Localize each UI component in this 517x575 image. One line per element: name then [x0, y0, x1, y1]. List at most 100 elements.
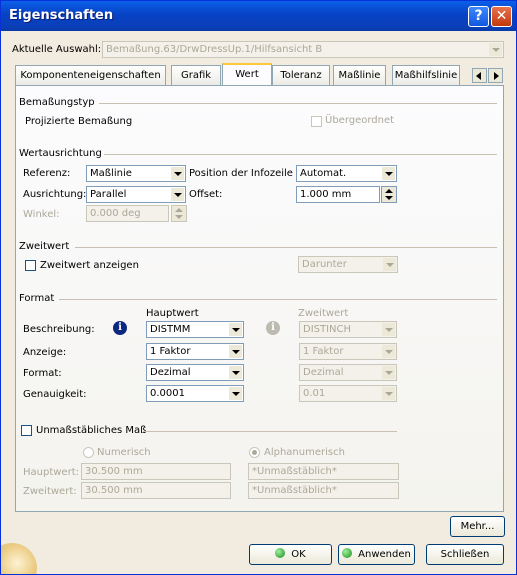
window-title: Eigenschaften [9, 8, 114, 23]
zweitwert-header: Zweitwert [298, 308, 349, 319]
divider [75, 247, 497, 248]
tab-grafik[interactable]: Grafik [171, 65, 221, 85]
hauptwert-label: Hauptwert: [23, 467, 79, 478]
divider [104, 154, 497, 155]
zweitwert-alpha-input: *Unmaßstäblich* [248, 482, 399, 499]
anzeige-haupt-value: 1 Faktor [150, 346, 191, 357]
winkel-spinner [171, 205, 187, 222]
zweitwert-anzeigen-checkbox[interactable] [25, 260, 36, 271]
chevron-down-icon[interactable] [229, 387, 242, 400]
ausrichtung-label: Ausrichtung: [23, 189, 87, 200]
hauptwert-alpha-value: *Unmaßstäblich* [252, 466, 337, 477]
chevron-down-icon[interactable] [171, 188, 184, 201]
apply-icon [342, 548, 353, 558]
beschreibung-zweit-value: DISTINCH [303, 324, 352, 335]
chevron-down-icon[interactable] [229, 345, 242, 358]
arrow-down-icon [175, 215, 183, 219]
anzeige-label: Anzeige: [23, 347, 67, 358]
section-title-wertausrichtung: Wertausrichtung [19, 148, 102, 159]
tab-komponenteneigenschaften[interactable]: Komponenteneigenschaften [15, 65, 166, 85]
uebergeordnet-checkbox [311, 116, 322, 127]
hauptwert-num-value: 30.500 mm [85, 466, 143, 477]
section-title-format: Format [19, 293, 55, 304]
zweitwert-num-value: 30.500 mm [85, 485, 143, 496]
arrow-down-icon[interactable] [385, 196, 393, 200]
chevron-down-icon[interactable] [229, 323, 242, 336]
properties-dialog: Eigenschaften ? ✕ Aktuelle Auswahl: Bema… [0, 0, 517, 575]
offset-input[interactable]: 1.000 mm [296, 186, 380, 203]
genauigkeit-haupt-select[interactable]: 0.0001 [146, 385, 244, 402]
current-selection-value: Bemaßung.63/DrwDressUp.1/Hilfsansicht B [106, 44, 323, 55]
tab-wert[interactable]: Wert [222, 63, 272, 85]
chevron-down-icon [382, 323, 395, 336]
winkel-input: 0.000 deg [86, 205, 169, 222]
chevron-down-icon [382, 345, 395, 358]
hauptwert-header: Hauptwert [146, 308, 199, 319]
schliessen-button[interactable]: Schließen [426, 544, 504, 565]
genauigkeit-haupt-value: 0.0001 [150, 388, 185, 399]
format-haupt-value: Dezimal [150, 367, 191, 378]
chevron-down-icon [489, 43, 502, 56]
format-zweit-select: Dezimal [299, 364, 397, 381]
tab-scroll-left-button[interactable] [472, 68, 487, 83]
offset-spinner[interactable] [381, 186, 397, 203]
offset-label: Offset: [189, 189, 223, 200]
hauptwert-alpha-input: *Unmaßstäblich* [248, 463, 399, 480]
alphanumerisch-label: Alphanumerisch [264, 447, 345, 458]
globe-logo [1, 543, 37, 574]
anzeige-haupt-select[interactable]: 1 Faktor [146, 343, 244, 360]
close-button[interactable]: ✕ [491, 6, 512, 27]
ok-label: OK [291, 549, 306, 560]
ok-icon [275, 548, 286, 558]
tab-toleranz[interactable]: Toleranz [272, 65, 330, 85]
ok-button[interactable]: OK [249, 544, 332, 565]
apply-button[interactable]: Anwenden [338, 544, 415, 565]
format-zweit-value: Dezimal [303, 367, 344, 378]
anzeige-zweit-value: 1 Faktor [303, 346, 344, 357]
ausrichtung-select[interactable]: Parallel [86, 186, 186, 203]
position-infozeile-select[interactable]: Automat. [296, 165, 397, 182]
numerisch-label: Numerisch [97, 447, 151, 458]
zweitwert-label: Zweitwert: [23, 486, 77, 497]
chevron-down-icon[interactable] [382, 167, 395, 180]
chevron-down-icon[interactable] [229, 366, 242, 379]
info-icon: i [266, 321, 280, 335]
apply-label: Anwenden [358, 549, 411, 560]
section-title-zweitwert: Zweitwert [19, 241, 70, 252]
format-haupt-select[interactable]: Dezimal [146, 364, 244, 381]
ausrichtung-value: Parallel [90, 189, 127, 200]
divider [143, 431, 397, 432]
unmassstaeblich-checkbox[interactable] [21, 425, 32, 436]
referenz-select[interactable]: Maßlinie [86, 165, 186, 182]
zweitwert-alpha-value: *Unmaßstäblich* [252, 485, 337, 496]
unmassstaeblich-label: Unmaßstäbliches Maß [36, 425, 147, 436]
section-title-bemassungstyp: Bemaßungstyp [19, 97, 95, 108]
divider [99, 103, 497, 104]
help-button[interactable]: ? [468, 6, 489, 27]
zweitwert-num-input: 30.500 mm [81, 482, 231, 499]
numerisch-radio [83, 447, 94, 458]
beschreibung-haupt-select[interactable]: DISTMM [146, 321, 244, 338]
format-label: Format: [23, 368, 62, 379]
tab-bar: Komponenteneigenschaften Grafik Wert Tol… [15, 63, 504, 85]
tab-masshilfslinie[interactable]: Maßhilfslinie [392, 65, 460, 85]
zweitwert-position-value: Darunter [302, 259, 347, 270]
referenz-value: Maßlinie [90, 168, 132, 179]
genauigkeit-zweit-value: 0.01 [303, 388, 326, 399]
chevron-down-icon [382, 387, 395, 400]
chevron-down-icon[interactable] [171, 167, 184, 180]
chevron-down-icon [383, 258, 396, 271]
zweitwert-position-select: Darunter [298, 256, 398, 273]
arrow-up-icon[interactable] [385, 189, 393, 193]
current-selection-combo: Bemaßung.63/DrwDressUp.1/Hilfsansicht B [102, 41, 504, 58]
mehr-button[interactable]: Mehr... [450, 516, 505, 537]
info-icon[interactable]: i [113, 321, 127, 335]
beschreibung-haupt-value: DISTMM [150, 324, 191, 335]
winkel-value: 0.000 deg [90, 208, 141, 219]
referenz-label: Referenz: [23, 168, 71, 179]
divider [59, 299, 497, 300]
title-bar[interactable]: Eigenschaften ? ✕ [1, 1, 516, 31]
tab-masslinie[interactable]: Maßlinie [333, 65, 386, 85]
tab-scroll-right-button[interactable] [488, 68, 503, 83]
position-infozeile-label: Position der Infozeile [189, 168, 293, 179]
